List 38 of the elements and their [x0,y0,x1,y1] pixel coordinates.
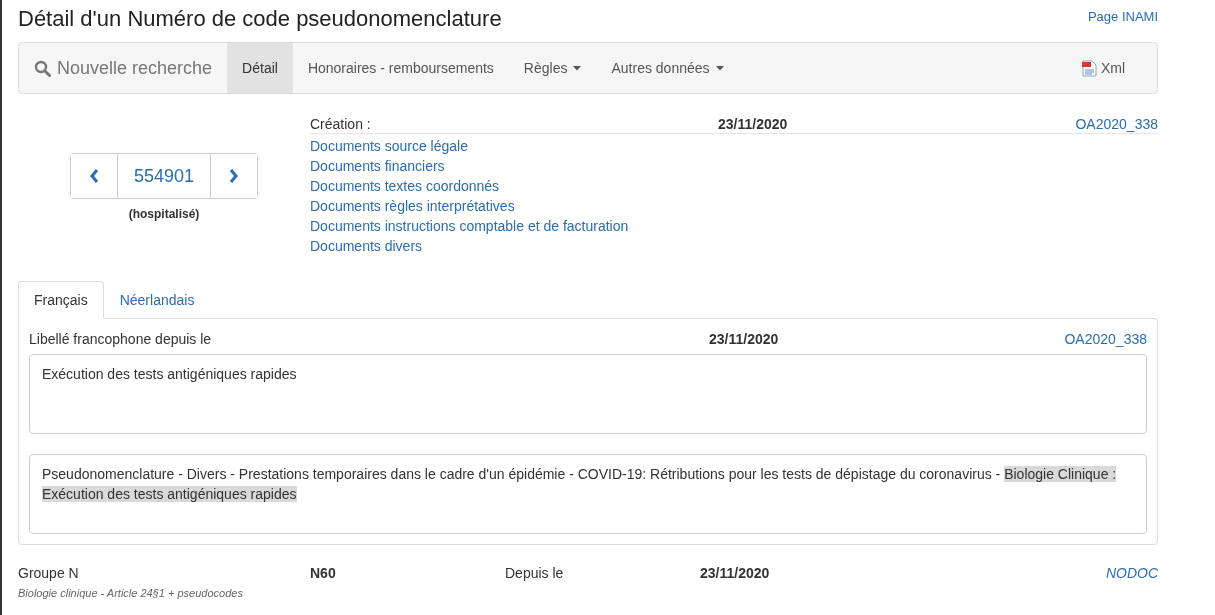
page-title: Détail d'un Numéro de code pseudonomenclature [18,6,502,32]
reference-link[interactable]: OA2020_338 [1075,116,1158,132]
search-icon [34,59,51,77]
nav-dropdown[interactable]: Autres données [596,43,739,93]
nav-tab[interactable]: Honoraires - remboursements [292,43,509,93]
caret-icon [715,65,724,71]
document-link[interactable]: Documents textes coordonnés [310,176,1158,196]
document-link[interactable]: Documents financiers [310,156,1158,176]
code-number: 554901 [117,154,211,198]
nav-dropdown[interactable]: Règles [508,43,597,93]
language-tab[interactable]: Néerlandais [103,281,211,319]
reference-link[interactable]: OA2020_338 [1064,331,1147,347]
document-link[interactable]: Documents règles interprétatives [310,196,1158,216]
chevron-right-icon [229,168,239,184]
short-label-box: Exécution des tests antigéniques rapides [29,354,1147,434]
inami-link[interactable]: Page INAMI [1087,9,1158,24]
group-date: 23/11/2020 [700,565,771,581]
group-label: Groupe N [18,565,80,581]
document-icon [1081,59,1097,77]
since-label: Depuis le [505,565,565,581]
xml-link[interactable]: Xml [1066,43,1157,93]
document-link[interactable]: Documents instructions comptable et de facturation [310,216,1158,236]
nav-tab[interactable]: Détail [227,43,293,93]
reference-link[interactable]: NODOC [1105,565,1158,581]
label-caption: Libellé francophone depuis le [29,331,213,347]
group-code: N60 [310,565,337,581]
creation-date: 23/11/2020 [718,116,789,132]
document-link[interactable]: Documents divers [310,236,1158,256]
status-note: (hospitalisé) [128,207,200,221]
language-tab[interactable]: Français [18,281,104,319]
long-label-box: Pseudonomenclature - Divers - Prestations temporaires dans le cadre d'un épidémie - COVID-19: Rétributions pour les tests de dépistage du coronavirus - Biologie Clinique : Exécution des tests antigéniques rapides [29,454,1147,534]
document-link[interactable]: Documents source légale [310,136,1158,156]
creation-label: Création : [310,116,372,132]
group-description: Biologie clinique - Article 24§1 + pseudocodes [18,587,244,599]
chevron-left-icon [89,168,99,184]
new-search-link[interactable]: Nouvelle recherche [19,43,228,93]
label-date: 23/11/2020 [709,331,780,347]
caret-icon [573,65,582,71]
